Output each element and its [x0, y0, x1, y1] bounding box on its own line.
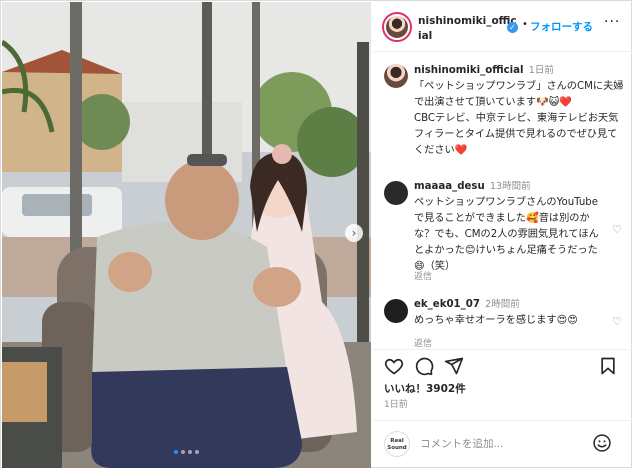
- reply-button[interactable]: 返信: [414, 269, 432, 282]
- action-bar: いいね！3902件 1日前: [372, 349, 632, 429]
- carousel-dot: [174, 450, 178, 454]
- caption-username[interactable]: nishinomiki_official: [414, 65, 524, 76]
- carousel-dots: [2, 450, 371, 454]
- author-avatar[interactable]: [382, 12, 412, 42]
- viewer-avatar-text-1: Real: [390, 438, 404, 444]
- caption: nishinomiki_official 1日前 「ペットショップワンラブ」さん…: [414, 63, 626, 159]
- photo-illustration: [2, 2, 371, 468]
- caption-time: 1日前: [528, 65, 554, 76]
- comment: ek_ek01_07 2時間前 めっちゃ幸せオーラを感じます😍😍: [414, 297, 606, 329]
- verified-badge-icon: ✓: [507, 22, 518, 33]
- post-header: nishinomiki_official ✓ • フォローする ···: [372, 2, 632, 52]
- comment-text: ペットショップワンラブさんのYouTubeで見ることができました🥰音は別のかな？…: [414, 197, 599, 272]
- like-heart-icon[interactable]: [384, 356, 404, 376]
- comment-avatar[interactable]: [384, 299, 408, 323]
- bookmark-icon[interactable]: [598, 356, 618, 376]
- share-send-icon[interactable]: [444, 356, 464, 376]
- comment-time: 13時間前: [489, 181, 531, 192]
- carousel-next-button[interactable]: ›: [345, 224, 363, 242]
- comment-like-heart-icon[interactable]: ♡: [612, 315, 622, 328]
- comment: maaaa_desu 13時間前 ペットショップワンラブさんのYouTubeで見…: [414, 179, 606, 275]
- caption-avatar[interactable]: [384, 64, 408, 88]
- post-date: 1日前: [384, 400, 408, 410]
- follow-button[interactable]: フォローする: [530, 19, 593, 34]
- caption-line-1: 「ペットショップワンラブ」さんのCMに夫婦で出演させて頂いています🐶😺❤️: [414, 81, 624, 108]
- carousel-dot: [195, 450, 199, 454]
- separator-dot: •: [522, 19, 528, 30]
- comment-time: 2時間前: [485, 299, 520, 310]
- post-photo[interactable]: ›: [2, 2, 371, 468]
- viewer-avatar-text-2: Sound: [387, 445, 407, 451]
- author-username[interactable]: nishinomiki_official: [418, 14, 518, 44]
- comment-like-heart-icon[interactable]: ♡: [612, 223, 622, 236]
- post-details-pane: nishinomiki_official ✓ • フォローする ··· nish…: [372, 2, 632, 468]
- post-frame: › nishinomiki_official ✓ • フォローする ··· ni…: [0, 0, 632, 468]
- viewer-avatar: Real Sound: [384, 431, 410, 457]
- comment-avatar[interactable]: [384, 181, 408, 205]
- emoji-smiley-icon[interactable]: [592, 433, 612, 453]
- reply-button[interactable]: 返信: [414, 336, 432, 349]
- comment-input-bar: Real Sound: [372, 420, 632, 468]
- comment-text: めっちゃ幸せオーラを感じます😍😍: [414, 315, 578, 326]
- caption-line-2: CBCテレビ、中京テレビ、東海テレビお天気フィラーとタイム提供で見れるのでぜひ見…: [414, 113, 619, 156]
- likes-count[interactable]: いいね！3902件: [384, 381, 466, 396]
- comment-username[interactable]: ek_ek01_07: [414, 299, 480, 310]
- carousel-dot: [181, 450, 185, 454]
- carousel-dot: [188, 450, 192, 454]
- comment-username[interactable]: maaaa_desu: [414, 181, 485, 192]
- more-options-icon[interactable]: ···: [604, 14, 620, 30]
- comment-bubble-icon[interactable]: [414, 356, 434, 376]
- comments-section: nishinomiki_official 1日前 「ペットショップワンラブ」さん…: [372, 53, 632, 349]
- comment-input[interactable]: [420, 436, 580, 452]
